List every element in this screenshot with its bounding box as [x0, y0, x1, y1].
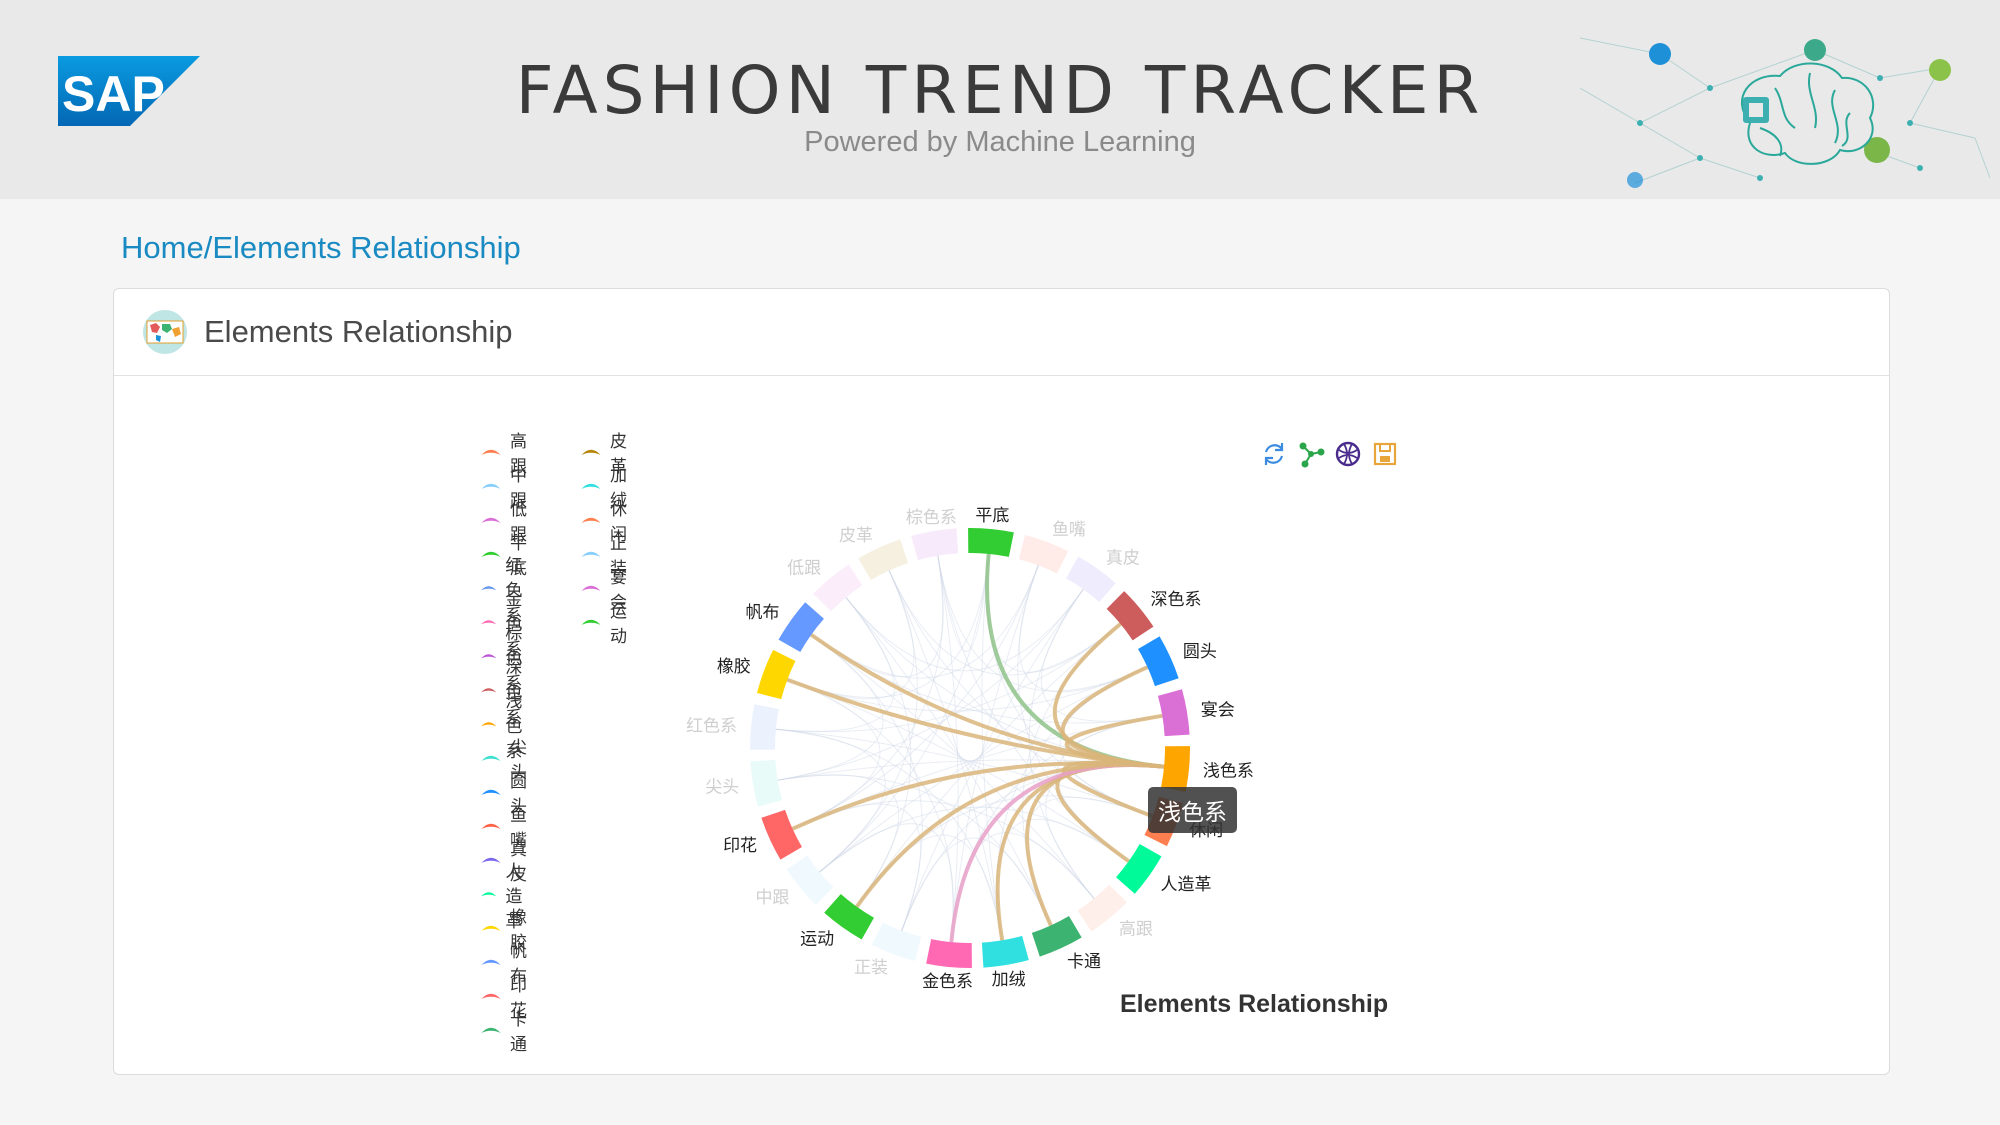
chord-arc[interactable]	[1018, 535, 1069, 574]
world-map-icon	[143, 310, 187, 354]
chord-arc[interactable]	[786, 855, 834, 905]
legend-item[interactable]: 卡通	[480, 1010, 535, 1055]
chord-arc[interactable]	[1106, 591, 1154, 641]
panel-header: Elements Relationship	[114, 289, 1889, 376]
chord-node-label: 圆头	[1183, 642, 1217, 662]
app-header: SAP FASHION TREND TRACKER Powered by Mac…	[0, 0, 2000, 199]
chord-link-faint	[937, 553, 990, 652]
legend-label: 卡通	[510, 1010, 528, 1055]
legend-swatch-icon	[481, 925, 501, 931]
chord-node-label: 帆布	[745, 603, 779, 623]
legend-swatch-icon	[481, 959, 501, 965]
chord-node-label: 尖头	[705, 778, 739, 798]
breadcrumb-current[interactable]: Elements Relationship	[212, 230, 520, 265]
legend-swatch-icon	[481, 654, 497, 659]
chord-node-label: 宴会	[1201, 700, 1235, 720]
chord-node-label: 低跟	[787, 558, 821, 578]
chord-link-faint	[777, 774, 1052, 926]
chord-diagram: 平底鱼嘴真皮深色系圆头宴会浅色系休闲人造革高跟卡通加绒金色系正装运动中跟印花尖头…	[686, 506, 1254, 992]
breadcrumb-home-link[interactable]: Home	[121, 230, 204, 265]
save-image-icon[interactable]	[1371, 440, 1399, 468]
chord-arc[interactable]	[1161, 746, 1190, 792]
chord-node-label: 运动	[800, 930, 834, 950]
chord-arc[interactable]	[1031, 916, 1082, 957]
legend-swatch-icon	[581, 619, 601, 625]
legend-swatch-icon	[481, 857, 501, 863]
chord-arc[interactable]	[761, 809, 802, 860]
chord-arc[interactable]	[1138, 636, 1179, 687]
chord-node-label: 深色系	[1151, 590, 1202, 610]
legend-swatch-icon	[481, 688, 497, 693]
panel-title: Elements Relationship	[204, 314, 513, 349]
breadcrumb: Home/Elements Relationship	[121, 230, 521, 266]
legend-swatch-icon	[481, 586, 497, 591]
chord-link	[810, 633, 1165, 769]
legend-swatch-icon	[481, 1027, 501, 1033]
chord-node-label: 人造革	[1161, 875, 1212, 895]
chord-node-label: 加绒	[992, 970, 1026, 990]
chord-arc[interactable]	[778, 602, 824, 652]
legend-swatch-icon	[481, 449, 501, 455]
chart-type-icon[interactable]	[1334, 440, 1362, 468]
chord-node-label: 棕色系	[906, 508, 957, 528]
legend-swatch-icon	[581, 517, 601, 523]
legend-swatch-icon	[481, 722, 497, 727]
legend-swatch-icon	[481, 551, 501, 557]
chord-node-label: 金色系	[922, 972, 973, 992]
chord-node-label: 中跟	[755, 888, 789, 908]
chord-arc[interactable]	[757, 649, 796, 700]
legend-swatch-icon	[481, 755, 501, 761]
legend-swatch-icon	[581, 585, 601, 591]
legend-swatch-icon	[581, 551, 601, 557]
chord-node-label: 印花	[723, 836, 757, 856]
chord-node-label: 高跟	[1119, 920, 1153, 940]
legend-swatch-icon	[481, 620, 497, 625]
legend-label: 运动	[610, 602, 628, 647]
chord-node-label: 真皮	[1106, 548, 1140, 568]
chord-link-faint	[819, 806, 1130, 873]
chart-toolbox	[1260, 440, 1399, 468]
chord-link-faint	[792, 555, 944, 830]
legend-swatch-icon	[481, 517, 501, 523]
chord-link-faint	[787, 679, 954, 943]
chord-node-label: 平底	[975, 506, 1009, 526]
legend-swatch-icon	[481, 823, 501, 829]
chord-node-label: 红色系	[686, 717, 737, 737]
legend-swatch-icon	[481, 892, 497, 897]
chord-node-label: 正装	[854, 958, 888, 978]
chord-arc[interactable]	[981, 935, 1029, 968]
chord-arc[interactable]	[911, 528, 959, 561]
chord-tooltip: 浅色系	[1148, 787, 1237, 833]
chord-arc[interactable]	[1116, 844, 1162, 894]
chord-arc[interactable]	[750, 704, 779, 750]
data-view-icon[interactable]	[1297, 440, 1325, 468]
legend-swatch-icon	[581, 483, 601, 489]
brain-network-illustration	[1580, 37, 1990, 188]
chord-arc[interactable]	[750, 759, 783, 807]
chord-highlight-links	[786, 553, 1165, 943]
chord-link-faint	[845, 588, 1084, 672]
chord-node-label: 鱼嘴	[1052, 520, 1086, 540]
legend-swatch-icon	[481, 789, 501, 795]
chord-link-faint	[856, 834, 1003, 941]
legend-item[interactable]: 运动	[580, 602, 635, 647]
chart-title: Elements Relationship	[1120, 990, 1389, 1018]
chord-arc[interactable]	[926, 939, 972, 968]
legend-swatch-icon	[481, 993, 501, 999]
chord-background-links	[775, 553, 1165, 943]
chord-node-label: 卡通	[1067, 952, 1101, 972]
legend-swatch-icon	[581, 449, 601, 455]
chord-link-faint	[792, 800, 1095, 899]
chord-arc[interactable]	[1157, 689, 1190, 737]
chord-link	[855, 762, 1165, 908]
chord-node-label: 浅色系	[1203, 761, 1254, 781]
chord-node-label: 橡胶	[717, 657, 751, 677]
chord-node-label: 皮革	[839, 526, 873, 546]
chord-arc[interactable]	[968, 528, 1014, 557]
restore-icon[interactable]	[1260, 440, 1288, 468]
legend-swatch-icon	[481, 483, 501, 489]
chord-arc[interactable]	[871, 922, 922, 961]
